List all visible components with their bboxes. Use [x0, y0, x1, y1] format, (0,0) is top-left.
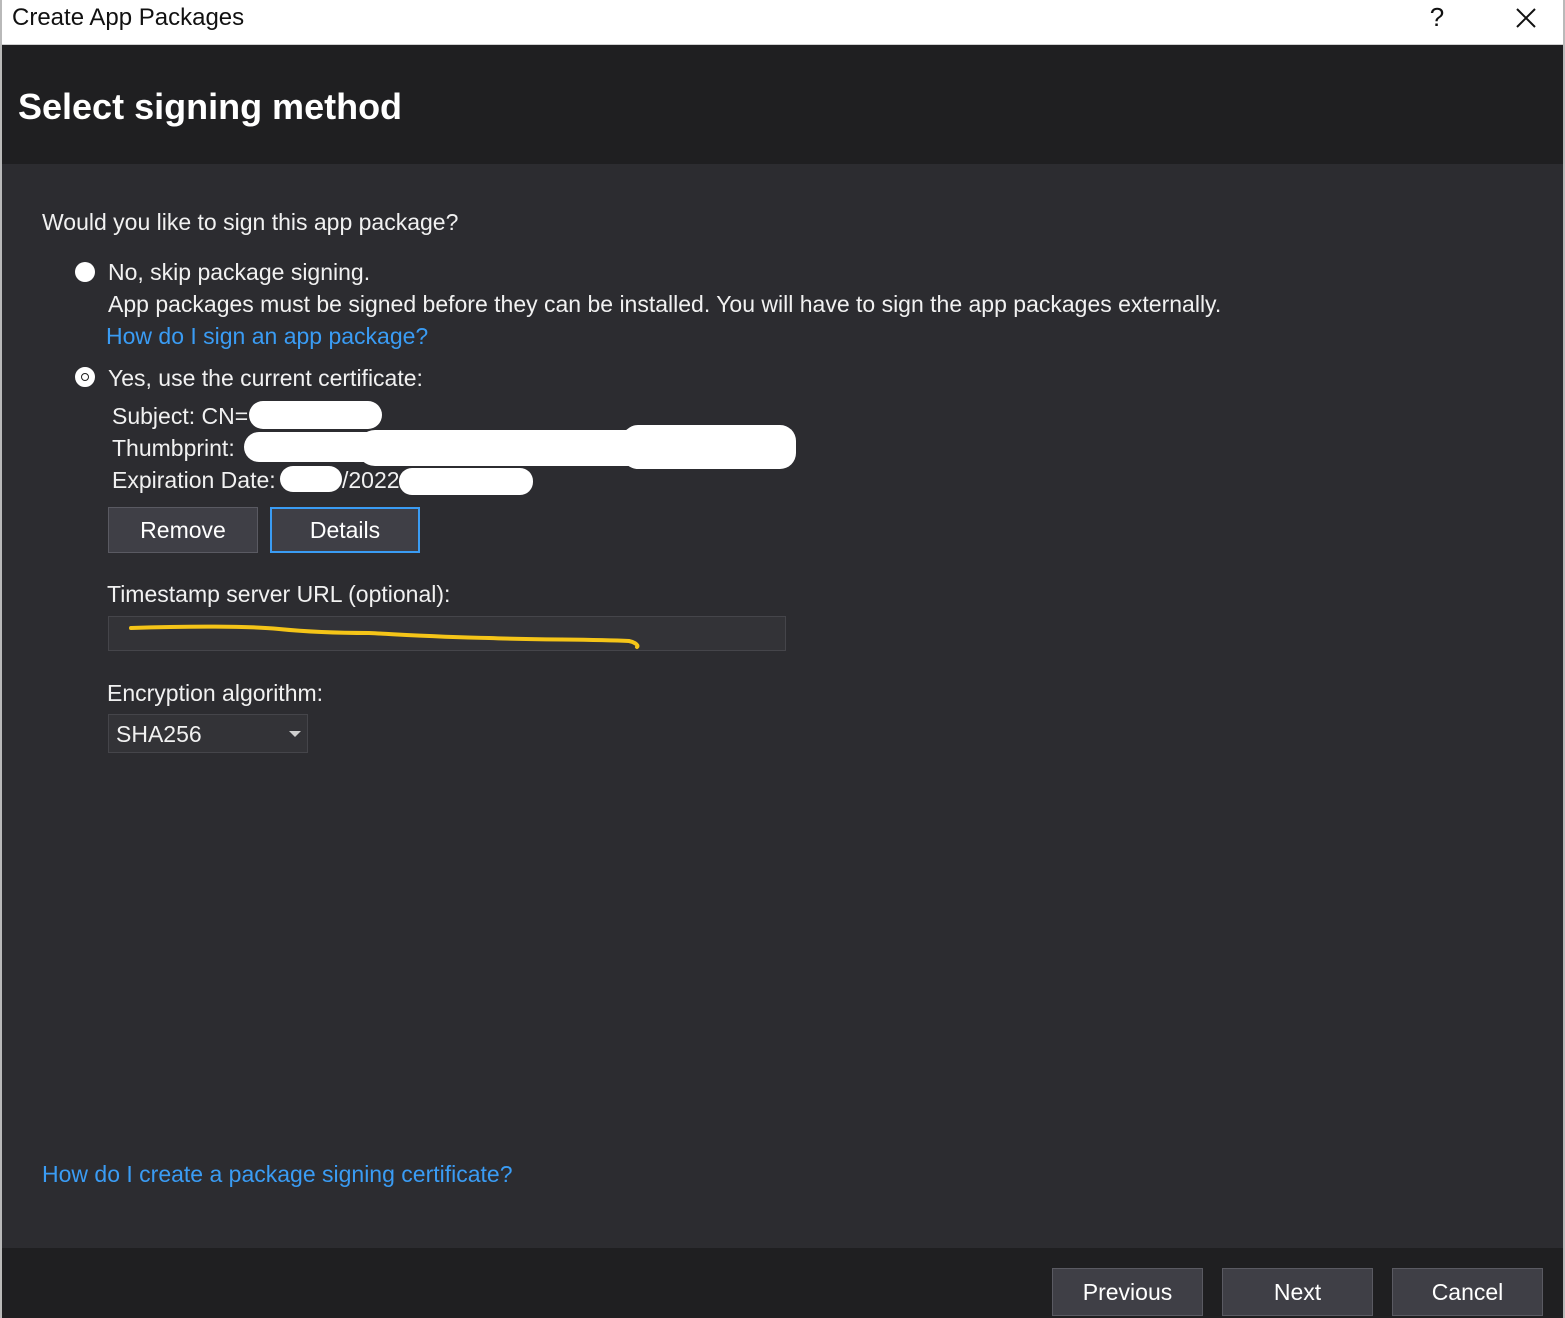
create-app-packages-dialog: Create App Packages ? Select signing met…	[0, 0, 1565, 1318]
radio-no-skip-signing[interactable]	[75, 262, 95, 282]
remove-certificate-button[interactable]: Remove	[108, 507, 258, 553]
page-header: Select signing method	[2, 45, 1563, 164]
redacted-expiration-end	[399, 468, 533, 495]
dialog-footer: Previous Next Cancel	[2, 1248, 1563, 1318]
certificate-details-button[interactable]: Details	[270, 507, 420, 553]
sign-app-package-help-link[interactable]: How do I sign an app package?	[106, 322, 428, 350]
redacted-subject	[249, 401, 382, 429]
radio-yes-current-certificate[interactable]	[75, 367, 95, 387]
next-button[interactable]: Next	[1222, 1268, 1373, 1316]
window-title: Create App Packages	[12, 4, 245, 31]
sign-question: Would you like to sign this app package?	[42, 209, 459, 235]
certificate-thumbprint-label: Thumbprint:	[112, 435, 235, 461]
certificate-expiration-label: Expiration Date:	[112, 467, 276, 493]
option-no-description: App packages must be signed before they …	[108, 291, 1222, 317]
title-bar: Create App Packages ?	[2, 0, 1563, 45]
option-no-label: No, skip package signing.	[108, 259, 371, 285]
cancel-button[interactable]: Cancel	[1392, 1268, 1543, 1316]
close-icon	[1516, 8, 1536, 28]
certificate-subject-label: Subject: CN=	[112, 403, 249, 429]
encryption-algorithm-value: SHA256	[116, 721, 202, 747]
previous-button[interactable]: Previous	[1052, 1268, 1203, 1316]
page-title: Select signing method	[18, 86, 403, 127]
timestamp-url-label: Timestamp server URL (optional):	[107, 581, 451, 607]
redaction-scribble	[129, 624, 640, 649]
timestamp-url-input[interactable]	[108, 616, 786, 651]
chevron-down-icon	[289, 731, 301, 737]
redacted-thumbprint-3	[622, 425, 796, 469]
encryption-algorithm-label: Encryption algorithm:	[107, 680, 324, 706]
create-certificate-help-link[interactable]: How do I create a package signing certif…	[42, 1160, 513, 1188]
encryption-algorithm-select[interactable]: SHA256	[108, 714, 308, 753]
close-button[interactable]	[1512, 4, 1540, 32]
option-yes-label: Yes, use the current certificate:	[108, 365, 423, 391]
redacted-thumbprint-2	[357, 430, 657, 466]
redacted-expiration-start	[280, 466, 342, 492]
certificate-expiration-value: /2022	[342, 467, 400, 493]
help-button[interactable]: ?	[1426, 2, 1448, 32]
